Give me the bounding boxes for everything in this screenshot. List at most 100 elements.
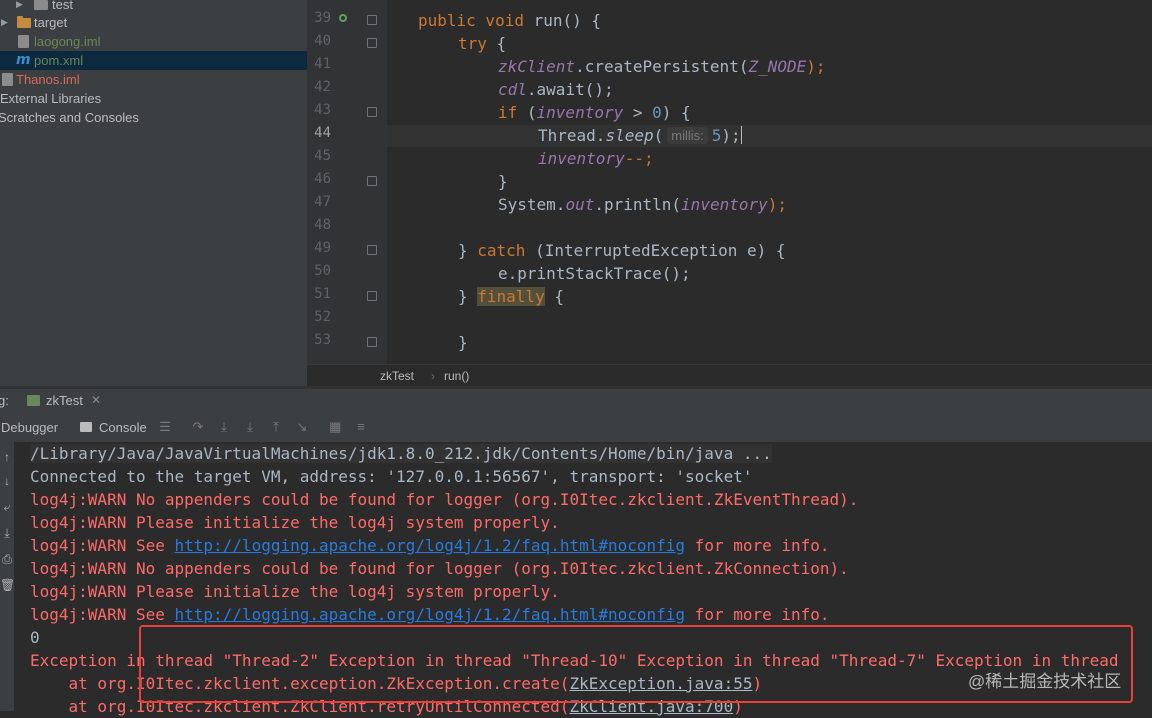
line-number: 42 — [314, 79, 331, 95]
tree-item-label: pom.xml — [34, 53, 84, 68]
session-tab[interactable]: zkTest — [46, 393, 83, 408]
tree-item-thanos-iml[interactable]: Thanos.iml — [0, 70, 307, 89]
code-text: run() { — [533, 11, 602, 30]
parameter-hint: millis: — [667, 127, 708, 144]
watermark: @稀土掘金技术社区 — [968, 672, 1122, 691]
implements-method-icon[interactable] — [339, 14, 347, 22]
print-icon[interactable]: ⎙ — [0, 552, 14, 567]
menu-lines-icon[interactable]: ☰ — [159, 420, 171, 433]
tree-item-label: Thanos.iml — [16, 72, 80, 87]
code-line: Thread.sleep(millis: 5); — [538, 125, 742, 147]
step-over-icon[interactable]: ↷ — [192, 420, 204, 433]
scroll-to-end-icon[interactable]: ⤓ — [0, 526, 14, 541]
tree-item-label: External Libraries — [0, 91, 102, 106]
number: 5 — [711, 126, 722, 145]
fold-icon[interactable] — [367, 38, 377, 48]
console-icon — [80, 422, 92, 432]
line-number: 45 — [314, 148, 331, 164]
field: cdl — [498, 80, 527, 99]
run-to-cursor-icon[interactable]: ↘ — [296, 420, 308, 433]
keyword: try — [458, 34, 487, 53]
console-line: 0 — [30, 628, 40, 647]
code-text: (InterruptedException e) { — [525, 241, 786, 260]
more-icon[interactable]: ≡ — [355, 420, 367, 433]
java-command[interactable]: /Library/Java/JavaVirtualMachines/jdk1.8… — [30, 444, 772, 463]
line-number: 49 — [314, 240, 331, 256]
code-text: System. — [498, 195, 566, 214]
code-text: --; — [624, 149, 654, 168]
project-tree: ▶ test ▶ target laogong.iml m pom.xml Th… — [0, 0, 307, 386]
line-number: 39 — [314, 10, 331, 26]
field: inventory — [538, 149, 625, 168]
debug-tabs: Debugger Console — [0, 414, 1152, 443]
code-text: ( — [653, 126, 664, 145]
folder-icon — [17, 16, 31, 28]
field: zkClient — [498, 57, 576, 76]
console-side-toolbar: ↑ ↓ ⤶ ⤓ ⎙ 🗑 — [0, 442, 15, 711]
soft-wrap-icon[interactable]: ⤶ — [0, 500, 14, 515]
tree-item-external-libraries[interactable]: External Libraries — [0, 89, 307, 108]
code-line: inventory--; — [538, 148, 654, 170]
fold-icon[interactable] — [367, 15, 377, 25]
keyword: catch — [477, 241, 526, 260]
tree-item-laogong-iml[interactable]: laogong.iml — [0, 32, 307, 51]
expand-arrow-icon[interactable]: ▶ — [1, 13, 8, 32]
line-number: 44 — [314, 125, 331, 141]
scroll-down-icon[interactable]: ↓ — [0, 474, 14, 488]
console-link[interactable]: http://logging.apache.org/log4j/1.2/faq.… — [175, 605, 686, 624]
console-line: Connected to the target VM, address: '12… — [30, 467, 753, 486]
line-number: 52 — [314, 309, 331, 325]
code-text: ( — [517, 103, 537, 122]
console-line: log4j:WARN No appenders could be found f… — [30, 490, 859, 509]
line-number: 53 — [314, 332, 331, 348]
tab-console[interactable]: Console — [99, 420, 147, 435]
code-line: zkClient.createPersistent(Z_NODE); — [498, 56, 826, 78]
console-text: log4j:WARN See — [30, 605, 175, 624]
fold-icon[interactable] — [367, 291, 377, 301]
force-step-into-icon[interactable]: ⤓ — [244, 420, 256, 433]
line-number: 48 — [314, 217, 331, 233]
debug-header: g: zkTest ✕ — [0, 389, 1152, 415]
console-line: log4j:WARN Please initialize the log4j s… — [30, 513, 560, 532]
step-into-icon[interactable]: ⤓ — [218, 420, 230, 433]
debug-label: g: — [0, 393, 9, 408]
code-text: ); — [806, 57, 826, 76]
step-out-icon[interactable]: ⤒ — [270, 420, 282, 433]
expand-arrow-icon[interactable]: ▶ — [16, 0, 23, 14]
code-text: } — [458, 241, 478, 260]
code-line: } — [458, 333, 468, 352]
breadcrumb-class[interactable]: zkTest — [380, 365, 414, 387]
code-text: .await(); — [526, 80, 614, 99]
console-link[interactable]: http://logging.apache.org/log4j/1.2/faq.… — [175, 536, 686, 555]
breadcrumb-separator: › — [431, 369, 435, 383]
code-line: System.out.println(inventory); — [498, 194, 787, 216]
code-text: } — [458, 287, 478, 306]
evaluate-icon[interactable]: ▦ — [329, 420, 341, 433]
code-text: Thread. — [538, 126, 606, 145]
field: inventory — [536, 103, 624, 122]
code-text: ) { — [661, 103, 691, 122]
tab-debugger[interactable]: Debugger — [1, 420, 58, 435]
code-text: .createPersistent( — [575, 57, 749, 76]
tree-item-scratches[interactable]: Scratches and Consoles — [0, 108, 307, 127]
line-number: 51 — [314, 286, 331, 302]
fold-icon[interactable] — [367, 176, 377, 186]
maven-icon: m — [16, 52, 31, 68]
tree-item-pom-xml[interactable]: m pom.xml — [0, 51, 307, 70]
tree-item-label: test — [52, 0, 73, 12]
code-text: ); — [767, 195, 788, 214]
code-line: if (inventory > 0) { — [498, 102, 691, 124]
console-line: log4j:WARN Please initialize the log4j s… — [30, 582, 560, 601]
clear-icon[interactable]: 🗑 — [0, 578, 15, 592]
code-text: .println( — [594, 195, 682, 214]
scroll-up-icon[interactable]: ↑ — [0, 450, 14, 464]
fold-icon[interactable] — [367, 245, 377, 255]
close-tab-icon[interactable]: ✕ — [91, 393, 101, 407]
breadcrumb-method[interactable]: run() — [444, 365, 469, 387]
fold-icon[interactable] — [367, 107, 377, 117]
tree-item-test[interactable]: ▶ test — [0, 0, 307, 14]
console-text: for more info. — [685, 605, 830, 624]
fold-icon[interactable] — [367, 337, 377, 347]
console-text: log4j:WARN See — [30, 536, 175, 555]
tree-item-target[interactable]: ▶ target — [0, 13, 307, 32]
